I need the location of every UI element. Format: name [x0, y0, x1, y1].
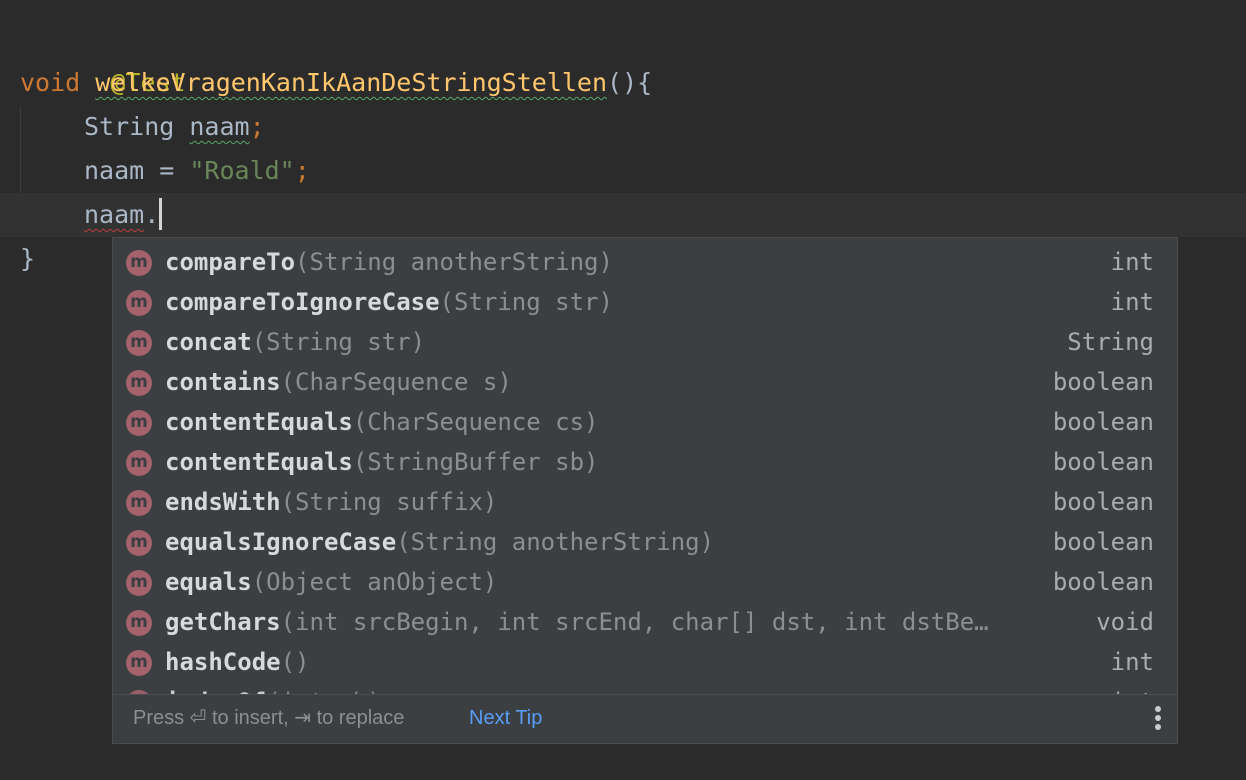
completion-item[interactable]: m endsWith(String suffix) boolean: [113, 482, 1177, 522]
completion-item-name: equalsIgnoreCase(String anotherString): [165, 522, 714, 562]
completion-item-name: indexOf(int ch): [165, 682, 382, 694]
completion-item-name: equals(Object anObject): [165, 562, 497, 602]
return-type: int: [1110, 248, 1154, 276]
completion-item[interactable]: m equals(Object anObject) boolean: [113, 562, 1177, 602]
method-params: (String anotherString): [396, 528, 715, 556]
dot-operator: .: [144, 200, 160, 229]
method-params: (CharSequence s): [280, 368, 512, 396]
code-line-5-current[interactable]: naam.: [0, 193, 1246, 237]
insert-hint: Press ⏎ to insert, ⇥ to replace: [133, 707, 405, 729]
code-editor[interactable]: @Test void welkeVragenKanIkAanDeStringSt…: [0, 0, 1246, 780]
method-name: welkeVragenKanIkAanDeStringStellen: [95, 68, 608, 97]
completion-item[interactable]: m hashCode() int: [113, 642, 1177, 682]
completion-item-name: compareToIgnoreCase(String str): [165, 282, 613, 322]
return-type: boolean: [1052, 368, 1154, 396]
method-params: (String anotherString): [295, 248, 613, 276]
keyword-void: void: [20, 68, 81, 97]
method-icon: m: [126, 490, 152, 516]
method-name-text: endsWith: [165, 488, 281, 516]
method-params: (String str): [439, 288, 613, 316]
code-completion-popup[interactable]: m compareTo(String anotherString) int m comp…: [112, 237, 1178, 744]
completion-item[interactable]: m equalsIgnoreCase(String anotherString) b…: [113, 522, 1177, 562]
method-params: (StringBuffer sb): [352, 448, 599, 476]
completion-item-name: hashCode(): [165, 642, 310, 682]
completion-item-name: concat(String str): [165, 322, 425, 362]
method-name-text: compareTo: [165, 248, 296, 276]
code-line-2[interactable]: void welkeVragenKanIkAanDeStringStellen(…: [0, 61, 1246, 105]
next-tip-link[interactable]: Next Tip: [469, 695, 542, 741]
return-type: int: [1110, 648, 1154, 676]
method-icon: m: [126, 650, 152, 676]
closing-brace: }: [20, 244, 36, 273]
method-icon: m: [126, 370, 152, 396]
completion-item[interactable]: m compareToIgnoreCase(String str) int: [113, 282, 1177, 322]
return-type: boolean: [1052, 568, 1154, 596]
method-name-text: getChars: [165, 608, 281, 636]
completion-item[interactable]: m contentEquals(StringBuffer sb) boolean: [113, 442, 1177, 482]
method-signature-rest: (){: [607, 68, 653, 97]
return-type: String: [1067, 328, 1154, 356]
code-line-1[interactable]: @Test: [0, 17, 1246, 97]
completion-item-name: contentEquals(CharSequence cs): [165, 402, 598, 442]
completion-footer: Press ⏎ to insert, ⇥ to replace Next Tip: [113, 694, 1177, 743]
method-params: (int srcBegin, int srcEnd, char[] dst, i…: [280, 608, 989, 636]
method-icon: m: [126, 330, 152, 356]
method-name-text: concat: [165, 328, 252, 356]
method-params: (String str): [251, 328, 426, 356]
method-icon: m: [126, 410, 152, 436]
completion-item-name: getChars(int srcBegin, int srcEnd, char[…: [165, 602, 989, 642]
completion-item-name: compareTo(String anotherString): [165, 242, 613, 282]
method-icon: m: [126, 290, 152, 316]
method-icon: m: [126, 530, 152, 556]
method-name-text: hashCode: [165, 648, 281, 676]
return-type: void: [1096, 608, 1154, 636]
completion-item[interactable]: m compareTo(String anotherString) int: [113, 242, 1177, 282]
variable-naam-declaration: naam: [189, 112, 250, 141]
completion-item-name: endsWith(String suffix): [165, 482, 497, 522]
code-line-4[interactable]: naam = "Roald";: [0, 149, 1246, 193]
semicolon: ;: [249, 112, 265, 141]
return-type: int: [1110, 288, 1154, 316]
method-name-text: equalsIgnoreCase: [165, 528, 397, 556]
method-params: (Object anObject): [251, 568, 498, 596]
text-caret: [159, 198, 163, 230]
variable-naam-error: naam: [84, 200, 145, 229]
completion-list[interactable]: m compareTo(String anotherString) int m comp…: [113, 242, 1177, 694]
more-options-icon[interactable]: [1153, 706, 1163, 732]
string-literal: "Roald": [189, 156, 295, 185]
method-icon: m: [126, 570, 152, 596]
completion-item[interactable]: m getChars(int srcBegin, int srcEnd, char…: [113, 602, 1177, 642]
completion-item[interactable]: mindexOf(int ch)int: [113, 682, 1177, 694]
return-type: boolean: [1052, 488, 1154, 516]
method-icon: m: [126, 450, 152, 476]
method-params: (CharSequence cs): [352, 408, 599, 436]
completion-item-name: contentEquals(StringBuffer sb): [165, 442, 598, 482]
completion-item[interactable]: m contentEquals(CharSequence cs) boolean: [113, 402, 1177, 442]
return-type: boolean: [1052, 528, 1154, 556]
completion-item[interactable]: m contains(CharSequence s) boolean: [113, 362, 1177, 402]
method-name-text: compareToIgnoreCase: [165, 288, 440, 316]
completion-item-name: contains(CharSequence s): [165, 362, 512, 402]
type-string: String: [84, 112, 175, 141]
semicolon: ;: [294, 156, 310, 185]
method-params: (String suffix): [280, 488, 498, 516]
completion-item[interactable]: m concat(String str) String: [113, 322, 1177, 362]
method-name-text: contentEquals: [165, 408, 353, 436]
method-params: (): [280, 648, 310, 676]
return-type: int: [1111, 682, 1154, 694]
method-name-text: equals: [165, 568, 252, 596]
code-line-3[interactable]: String naam;: [0, 105, 1246, 149]
return-type: boolean: [1052, 408, 1154, 436]
method-name-text: contains: [165, 368, 281, 396]
method-icon: m: [126, 250, 152, 276]
variable-naam: naam: [84, 156, 145, 185]
assign-operator: =: [144, 156, 190, 185]
return-type: boolean: [1052, 448, 1154, 476]
method-icon: m: [126, 610, 152, 636]
method-name-text: contentEquals: [165, 448, 353, 476]
